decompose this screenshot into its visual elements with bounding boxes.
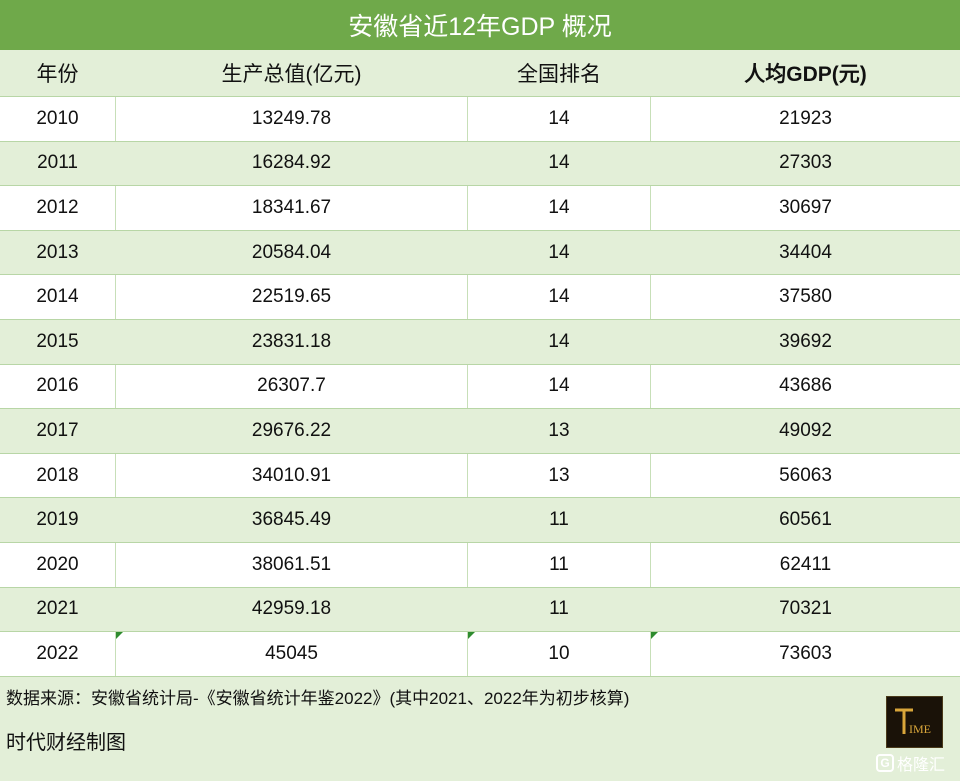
- cell-gdp: 45045: [115, 632, 467, 676]
- cell-per-capita: 60561: [650, 498, 960, 542]
- cell-rank: 11: [467, 542, 650, 587]
- cell-gdp: 26307.7: [115, 364, 467, 409]
- cell-year: 2016: [36, 375, 79, 397]
- time-logo-icon: IME: [894, 708, 931, 736]
- table-row: 2017 29676.22 13 49092: [0, 409, 960, 454]
- cell-note-marker: [651, 632, 658, 640]
- cell-rank: 14: [467, 275, 650, 319]
- cell-year: 2013: [36, 241, 79, 263]
- cell-rank: 11: [467, 587, 650, 632]
- table-row: 2019 36845.49 11 60561: [0, 498, 960, 543]
- cell-per-capita: 62411: [650, 542, 960, 587]
- cell-year: 2020: [36, 553, 79, 575]
- table-row: 2022 45045 10 73603: [0, 632, 960, 677]
- cell-gdp: 29676.22: [115, 409, 467, 453]
- cell-year: 2022: [36, 642, 79, 664]
- cell-per-capita: 34404: [650, 230, 960, 275]
- table-row: 2018 34010.91 13 56063: [0, 453, 960, 499]
- table-title: 安徽省近12年GDP 概况: [0, 0, 960, 50]
- cell-per-capita: 49092: [650, 409, 960, 453]
- watermark-text: 格隆汇: [897, 757, 946, 774]
- cell-per-capita: 70321: [650, 587, 960, 632]
- header-rank: 全国排名: [517, 63, 601, 86]
- cell-per-capita: 27303: [650, 141, 960, 186]
- cell-rank: 14: [467, 319, 650, 364]
- cell-year: 2011: [37, 152, 78, 174]
- cell-rank: 14: [467, 97, 650, 141]
- cell-gdp: 42959.18: [115, 587, 467, 632]
- cell-gdp: 22519.65: [115, 275, 467, 319]
- table-row: 2013 20584.04 14 34404: [0, 230, 960, 276]
- cell-per-capita: 73603: [650, 632, 960, 676]
- svg-text:IME: IME: [909, 722, 931, 736]
- cell-note-marker: [116, 632, 123, 640]
- cell-rank: 11: [467, 498, 650, 542]
- header-per-capita: 人均GDP(元): [744, 63, 867, 86]
- table-row: 2015 23831.18 14 39692: [0, 319, 960, 365]
- cell-rank: 14: [467, 141, 650, 186]
- cell-gdp: 18341.67: [115, 186, 467, 230]
- cell-year: 2019: [36, 509, 79, 531]
- table-row: 2010 13249.78 14 21923: [0, 97, 960, 142]
- table-row: 2016 26307.7 14 43686: [0, 364, 960, 410]
- cell-gdp: 13249.78: [115, 97, 467, 141]
- cell-year: 2017: [36, 419, 79, 441]
- table-body: 2010 13249.78 14 21923 2011 16284.92 14 27303 20…: [0, 97, 960, 677]
- footer: 数据来源：安徽省统计局-《安徽省统计年鉴2022》(其中2021、2022年为初…: [0, 678, 960, 781]
- cell-rank: 14: [467, 364, 650, 409]
- cell-gdp: 38061.51: [115, 542, 467, 587]
- cell-year: 2015: [36, 330, 79, 352]
- cell-rank: 14: [467, 186, 650, 230]
- cell-year: 2012: [36, 196, 79, 218]
- source-note: 数据来源：安徽省统计局-《安徽省统计年鉴2022》(其中2021、2022年为初…: [6, 689, 630, 708]
- cell-year: 2018: [36, 464, 79, 486]
- table-row: 2012 18341.67 14 30697: [0, 186, 960, 231]
- cell-note-marker: [468, 632, 475, 640]
- cell-year: 2021: [36, 598, 79, 620]
- cell-rank: 10: [467, 632, 650, 676]
- cell-gdp: 23831.18: [115, 319, 467, 364]
- cell-per-capita: 37580: [650, 275, 960, 319]
- cell-rank: 13: [467, 409, 650, 453]
- chart-credit: 时代财经制图: [6, 732, 126, 754]
- cell-per-capita: 30697: [650, 186, 960, 230]
- cell-rank: 13: [467, 453, 650, 498]
- table-row: 2021 42959.18 11 70321: [0, 587, 960, 633]
- cell-gdp: 16284.92: [115, 141, 467, 186]
- table-header: 年份 生产总值(亿元) 全国排名 人均GDP(元): [0, 50, 960, 97]
- cell-per-capita: 21923: [650, 97, 960, 141]
- cell-per-capita: 39692: [650, 319, 960, 364]
- watermark: G 格隆汇: [876, 752, 945, 774]
- gelonghui-logo-icon: G: [876, 754, 894, 772]
- cell-gdp: 36845.49: [115, 498, 467, 542]
- time-logo: IME: [886, 696, 943, 748]
- cell-per-capita: 56063: [650, 453, 960, 498]
- table-row: 2014 22519.65 14 37580: [0, 275, 960, 320]
- cell-year: 2014: [36, 286, 79, 308]
- table-row: 2011 16284.92 14 27303: [0, 141, 960, 187]
- cell-gdp: 34010.91: [115, 453, 467, 498]
- header-year: 年份: [36, 63, 79, 86]
- cell-gdp: 20584.04: [115, 230, 467, 275]
- cell-year: 2010: [36, 107, 79, 129]
- header-gdp: 生产总值(亿元): [221, 63, 362, 86]
- cell-rank: 14: [467, 230, 650, 275]
- cell-per-capita: 43686: [650, 364, 960, 409]
- table-row: 2020 38061.51 11 62411: [0, 542, 960, 588]
